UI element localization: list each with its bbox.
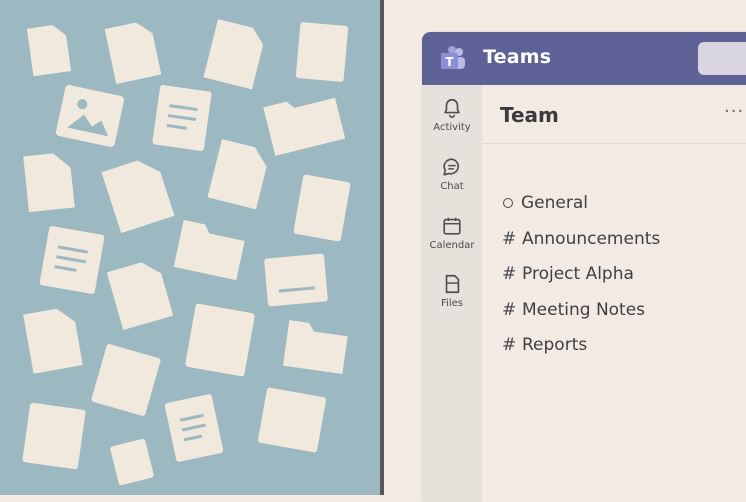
header-divider	[482, 143, 746, 144]
decorative-document-pattern	[0, 0, 380, 495]
svg-text:T: T	[445, 55, 454, 69]
chat-bubble-icon	[443, 158, 460, 176]
channel-announcements[interactable]: # Announcements	[502, 229, 660, 265]
hash-icon: #	[502, 228, 517, 249]
hash-icon: #	[502, 299, 517, 320]
rail-label: Activity	[433, 122, 471, 133]
rail-label: Calendar	[429, 240, 475, 251]
channel-name: Project Alpha	[522, 264, 634, 284]
team-pane: Team ··· General # Announcements # Proje…	[482, 85, 746, 502]
calendar-icon	[443, 217, 461, 235]
rail-label: Chat	[440, 181, 464, 192]
app-rail: Activity Chat Calendar Files	[422, 85, 482, 502]
search-box[interactable]	[698, 42, 746, 75]
channel-meeting-notes[interactable]: # Meeting Notes	[502, 300, 660, 336]
channel-name: Meeting Notes	[522, 299, 646, 320]
teams-logo-icon[interactable]: T	[438, 44, 468, 74]
rail-item-activity[interactable]: Activity	[422, 97, 482, 133]
channel-reports[interactable]: # Reports	[502, 335, 660, 371]
channel-name: Reports	[522, 335, 588, 355]
document-icons-illustration	[22, 19, 351, 486]
rail-item-chat[interactable]: Chat	[422, 156, 482, 192]
teams-window: T Teams Activity Chat Calendar Files Tea…	[422, 32, 746, 502]
hash-icon: #	[502, 335, 517, 355]
title-bar: T Teams	[422, 32, 746, 85]
app-title: Teams	[483, 46, 552, 68]
rail-label: Files	[441, 298, 463, 309]
channel-project-alpha[interactable]: # Project Alpha	[502, 264, 660, 300]
rail-item-calendar[interactable]: Calendar	[422, 215, 482, 251]
bell-icon	[444, 98, 460, 118]
file-icon	[445, 274, 460, 294]
channel-list: General # Announcements # Project Alpha …	[502, 193, 660, 371]
circle-icon	[503, 198, 513, 208]
channel-name: Announcements	[522, 228, 661, 249]
channel-general[interactable]: General	[502, 193, 660, 229]
rail-item-files[interactable]: Files	[422, 273, 482, 309]
team-header: Team	[500, 103, 559, 127]
channel-name: General	[521, 193, 588, 213]
hash-icon: #	[502, 264, 517, 284]
more-options-button[interactable]: ···	[724, 101, 744, 122]
